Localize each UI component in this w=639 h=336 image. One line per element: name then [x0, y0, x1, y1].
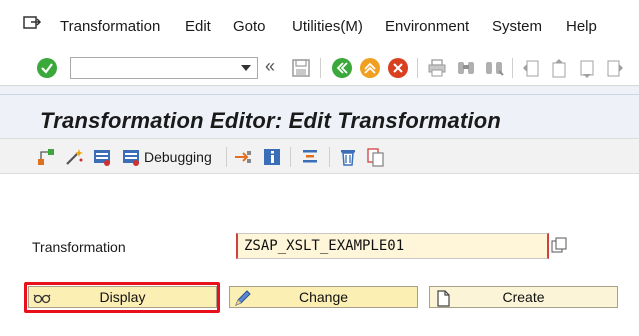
- next-page-icon[interactable]: [576, 57, 598, 79]
- application-toolbar: Debugging: [0, 138, 639, 174]
- copy-icon[interactable]: [366, 147, 386, 167]
- enter-checkmark-icon[interactable]: [36, 57, 58, 79]
- menu-goto[interactable]: Goto: [233, 18, 266, 35]
- menu-environment[interactable]: Environment: [385, 18, 469, 35]
- value-help-icon[interactable]: [551, 237, 567, 253]
- main-content: Transformation ZSAP_XSLT_EXAMPLE01 Displ…: [0, 174, 639, 336]
- find-icon[interactable]: [455, 57, 477, 79]
- standard-toolbar: «: [0, 48, 639, 86]
- collapse-chevron-icon[interactable]: «: [265, 56, 275, 77]
- toolbar-separator: [226, 147, 227, 167]
- find-next-icon[interactable]: [483, 57, 505, 79]
- breakpoint-icon[interactable]: [92, 147, 112, 167]
- menu-transformation[interactable]: Transformation: [60, 18, 160, 35]
- align-icon[interactable]: [300, 147, 320, 167]
- exit-icon[interactable]: [359, 57, 381, 79]
- change-button-label: Change: [298, 289, 349, 305]
- debugging-icon[interactable]: [121, 147, 141, 167]
- menu-utilities[interactable]: Utilities(M): [292, 18, 363, 35]
- toolbar-separator: [290, 147, 291, 167]
- page-title: Transformation Editor: Edit Transformati…: [40, 108, 502, 133]
- create-button[interactable]: Create: [429, 286, 618, 308]
- screen-area: Transformation Editor: Edit Transformati…: [0, 86, 639, 336]
- delete-icon[interactable]: [338, 147, 358, 167]
- navigate-icon[interactable]: [233, 147, 253, 167]
- menu-help[interactable]: Help: [566, 18, 597, 35]
- print-icon[interactable]: [426, 57, 448, 79]
- previous-page-icon[interactable]: [548, 57, 570, 79]
- debugging-label[interactable]: Debugging: [144, 149, 212, 165]
- menu-bar: Transformation Edit Goto Utilities(M) En…: [0, 0, 639, 48]
- toolbar-separator: [417, 58, 418, 78]
- toolbar-separator: [512, 58, 513, 78]
- pencil-icon: [235, 290, 251, 306]
- info-icon[interactable]: [262, 147, 282, 167]
- menu-system[interactable]: System: [492, 18, 542, 35]
- toolbar-separator: [320, 58, 321, 78]
- hierarchy-icon[interactable]: [36, 147, 56, 167]
- cancel-icon[interactable]: [387, 57, 409, 79]
- menu-edit[interactable]: Edit: [185, 18, 211, 35]
- display-highlight: [24, 282, 220, 313]
- title-bar: Transformation Editor: Edit Transformati…: [0, 94, 639, 138]
- last-page-icon[interactable]: [604, 57, 626, 79]
- create-button-label: Create: [502, 289, 545, 305]
- back-icon[interactable]: [331, 57, 353, 79]
- transformation-label: Transformation: [32, 239, 126, 255]
- transformation-input[interactable]: ZSAP_XSLT_EXAMPLE01: [236, 233, 549, 259]
- change-button[interactable]: Change: [229, 286, 418, 308]
- first-page-icon[interactable]: [520, 57, 542, 79]
- magic-wand-icon[interactable]: [64, 147, 84, 167]
- toolbar-separator: [329, 147, 330, 167]
- save-icon[interactable]: [290, 57, 312, 79]
- menu-exit-icon[interactable]: [22, 14, 42, 32]
- new-document-icon: [437, 290, 450, 307]
- command-field[interactable]: [70, 57, 258, 79]
- chevron-down-icon[interactable]: [241, 65, 251, 71]
